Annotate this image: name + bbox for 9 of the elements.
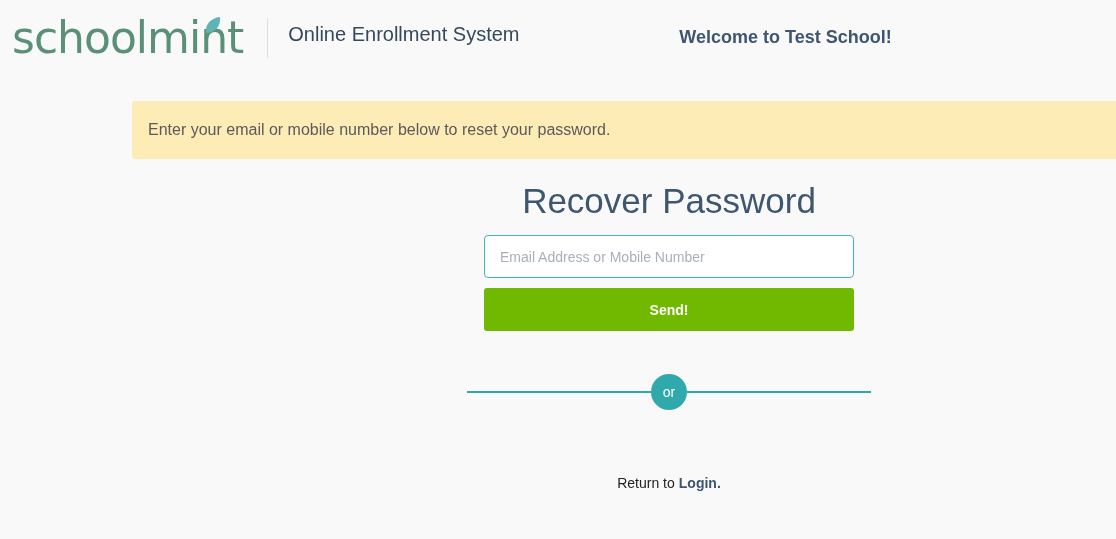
welcome-text: Welcome to Test School! (679, 27, 892, 48)
page-heading: Recover Password (522, 181, 816, 221)
input-field[interactable]: Email Address or Mobile Number (484, 235, 854, 278)
app-title: Online Enrollment System (288, 23, 521, 46)
alert-banner: Enter your email or mobile number below to reset your password. (132, 101, 1116, 159)
logo: schoolmint (12, 12, 245, 63)
separator-badge: or (651, 374, 687, 410)
return-text: Return to (617, 475, 675, 491)
login-link[interactable]: Login. (678, 475, 721, 491)
